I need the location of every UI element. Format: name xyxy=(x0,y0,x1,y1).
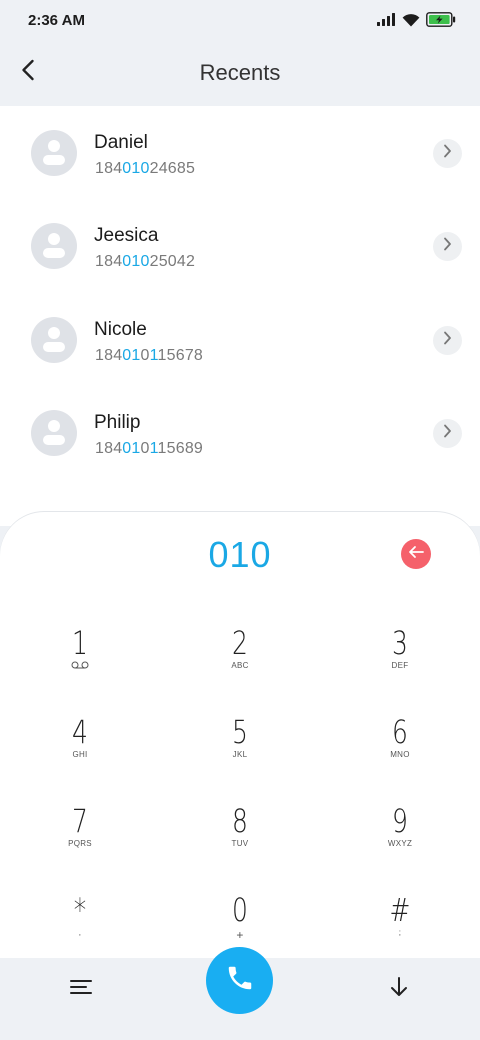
key-8[interactable]: 8 TUV xyxy=(180,803,300,883)
chevron-right-icon xyxy=(443,424,452,443)
contact-details-button[interactable] xyxy=(433,139,462,168)
key-digit: 3 xyxy=(392,624,408,662)
contact-name: Daniel xyxy=(94,132,148,153)
contact-name: Jeesica xyxy=(94,225,159,246)
avatar xyxy=(31,130,77,176)
contact-number: 18401024685 xyxy=(95,160,196,177)
signal-icon xyxy=(377,13,396,31)
key-letters: , xyxy=(78,928,82,937)
avatar xyxy=(31,410,77,456)
chevron-right-icon xyxy=(443,331,452,350)
contact-details-button[interactable] xyxy=(433,326,462,355)
wifi-icon xyxy=(402,13,420,32)
status-bar: 2:36 AM xyxy=(0,0,480,44)
key-4[interactable]: 4 GHI xyxy=(20,714,140,794)
menu-lines-icon xyxy=(70,979,92,1000)
delete-button[interactable] xyxy=(401,539,431,569)
contact-row[interactable]: Philip 184010115689 xyxy=(0,386,480,479)
key-digit: * xyxy=(73,891,87,929)
key-digit: 5 xyxy=(232,713,248,751)
key-6[interactable]: 6 MNO xyxy=(340,714,460,794)
key-7[interactable]: 7 PQRS xyxy=(20,803,140,883)
contact-number: 18401025042 xyxy=(95,253,196,270)
voicemail-icon xyxy=(20,661,140,673)
key-digit: 0 xyxy=(232,891,248,929)
battery-charging-icon xyxy=(426,12,456,32)
contact-number: 184010115689 xyxy=(95,440,204,457)
contact-row[interactable]: Daniel 18401024685 xyxy=(0,106,480,199)
contact-row[interactable]: Nicole 184010115678 xyxy=(0,293,480,386)
key-letters: DEF xyxy=(391,661,409,670)
contact-details-button[interactable] xyxy=(433,419,462,448)
key-2[interactable]: 2 ABC xyxy=(180,625,300,705)
recents-list: Daniel 18401024685 Jeesica 18401025042 N… xyxy=(0,106,480,526)
key-digit: 9 xyxy=(392,802,408,840)
key-digit: 2 xyxy=(232,624,248,662)
hide-keypad-button[interactable] xyxy=(383,974,415,1004)
key-digit: 7 xyxy=(72,802,88,840)
key-letters: + xyxy=(236,928,244,942)
key-digit: 1 xyxy=(72,624,88,662)
contact-details-button[interactable] xyxy=(433,232,462,261)
contact-number: 184010115678 xyxy=(95,347,204,364)
contact-name: Nicole xyxy=(94,319,147,340)
key-letters: JKL xyxy=(232,750,248,759)
key-3[interactable]: 3 DEF xyxy=(340,625,460,705)
key-5[interactable]: 5 JKL xyxy=(180,714,300,794)
contact-row[interactable]: Jeesica 18401025042 xyxy=(0,199,480,292)
phone-icon xyxy=(225,963,255,998)
backspace-arrow-icon xyxy=(407,545,425,564)
arrow-down-icon xyxy=(389,976,409,1003)
key-letters: ; xyxy=(398,928,402,937)
key-digit: 8 xyxy=(232,802,248,840)
page-title: Recents xyxy=(199,60,281,85)
key-digit: 6 xyxy=(392,713,408,751)
chevron-right-icon xyxy=(443,237,452,256)
key-letters: PQRS xyxy=(68,839,92,848)
key-letters: ABC xyxy=(231,661,249,670)
avatar xyxy=(31,317,77,363)
header: Recents xyxy=(0,44,480,106)
key-9[interactable]: 9 WXYZ xyxy=(340,803,460,883)
key-1[interactable]: 1 xyxy=(20,625,140,705)
bottom-bar xyxy=(0,947,480,1040)
key-letters: WXYZ xyxy=(387,839,413,848)
contact-name: Philip xyxy=(94,412,141,433)
key-digit: # xyxy=(389,891,411,929)
avatar xyxy=(31,223,77,269)
key-letters: GHI xyxy=(72,750,88,759)
call-button[interactable] xyxy=(206,947,273,1014)
key-letters: TUV xyxy=(231,839,249,848)
status-time: 2:36 AM xyxy=(28,12,85,29)
status-icons xyxy=(377,12,456,32)
chevron-right-icon xyxy=(443,144,452,163)
key-letters: MNO xyxy=(390,750,410,759)
key-digit: 4 xyxy=(72,713,88,751)
menu-button[interactable] xyxy=(64,974,98,1004)
